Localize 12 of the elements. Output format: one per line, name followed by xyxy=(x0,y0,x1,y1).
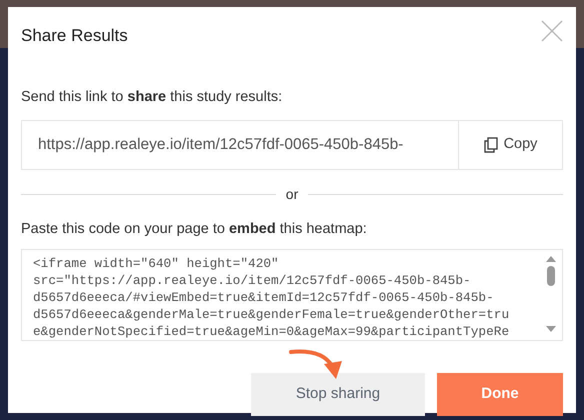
copy-button[interactable]: Copy xyxy=(459,120,563,170)
link-input[interactable]: https://app.realeye.io/item/12c57fdf-0065-450b-845b- xyxy=(22,120,458,169)
embed-instruction: Paste this code on your page to embed this heatmap: xyxy=(21,220,368,239)
arrow-annotation xyxy=(289,350,342,379)
share-instruction: Send this link to share this study results: xyxy=(21,88,284,107)
divider-text: or xyxy=(286,184,298,204)
scrollbar[interactable] xyxy=(543,254,559,334)
close-icon xyxy=(540,19,564,43)
stop-sharing-button[interactable]: Stop sharing xyxy=(251,372,425,416)
copy-icon xyxy=(484,136,498,153)
close-button[interactable] xyxy=(540,19,564,43)
dialog-title: Share Results xyxy=(21,25,128,47)
